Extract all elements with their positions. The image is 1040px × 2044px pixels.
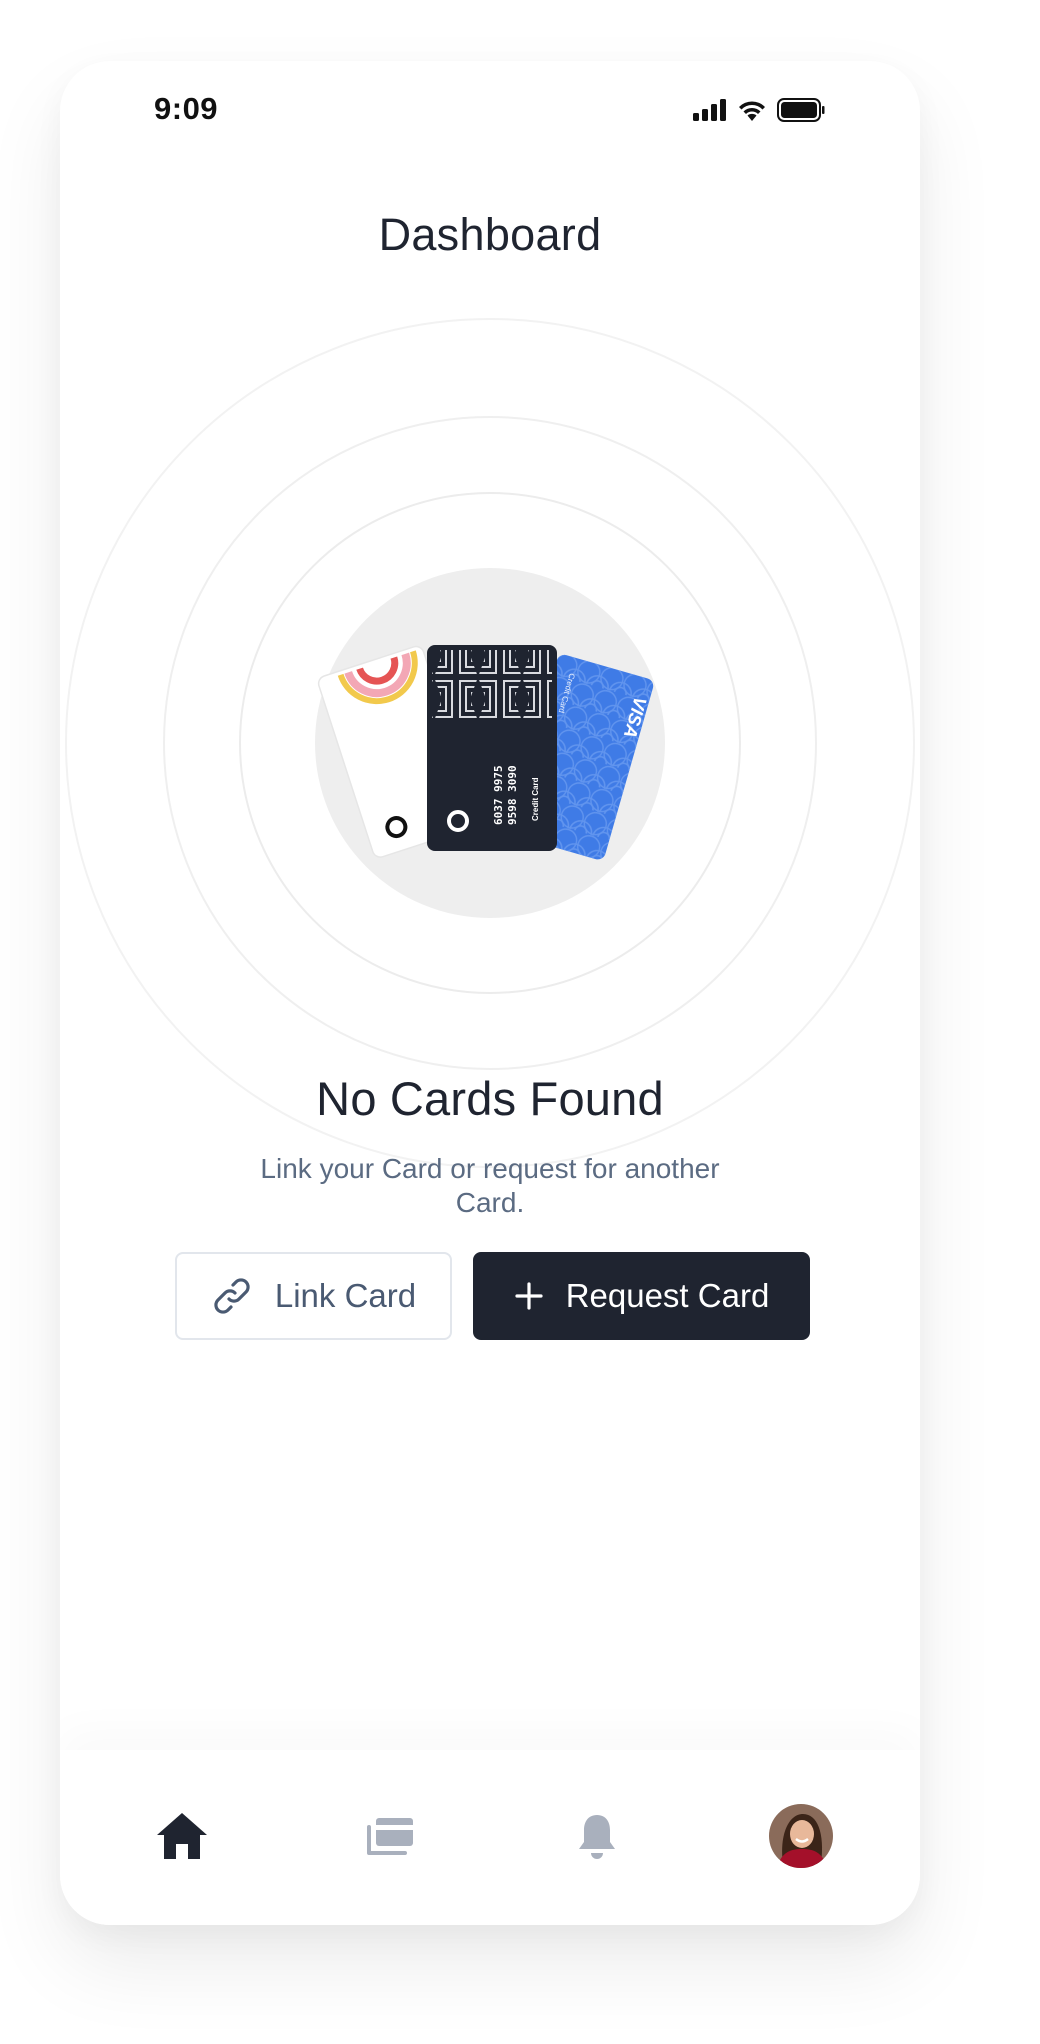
tab-profile[interactable] xyxy=(768,1803,834,1869)
plus-icon xyxy=(515,1282,543,1310)
tab-notifications[interactable] xyxy=(564,1803,630,1869)
black-credit-card: 6037 9975 9598 3090 Credit Card xyxy=(427,645,557,851)
empty-state-subtitle: Link your Card or request for another Ca… xyxy=(260,1153,720,1218)
home-icon xyxy=(157,1813,207,1859)
svg-text:6037 9975: 6037 9975 xyxy=(492,765,505,825)
bell-icon xyxy=(579,1815,615,1859)
link-icon xyxy=(214,1278,250,1314)
svg-text:9598 3090: 9598 3090 xyxy=(506,765,519,825)
cards-icon xyxy=(367,1818,413,1855)
empty-state-title: No Cards Found xyxy=(316,1072,664,1125)
tab-cards[interactable] xyxy=(357,1803,423,1869)
tab-bar xyxy=(60,1750,920,1925)
tab-home[interactable] xyxy=(149,1803,215,1869)
request-card-button[interactable]: Request Card xyxy=(473,1252,810,1340)
request-card-label: Request Card xyxy=(565,1277,770,1314)
phone-screen: 9:09 Dashboard VISA Credit Card 6037 997… xyxy=(60,61,920,1925)
avatar xyxy=(769,1804,833,1868)
link-card-label: Link Card xyxy=(274,1277,417,1314)
svg-text:Credit Card: Credit Card xyxy=(531,777,540,821)
link-card-button[interactable]: Link Card xyxy=(175,1252,452,1340)
